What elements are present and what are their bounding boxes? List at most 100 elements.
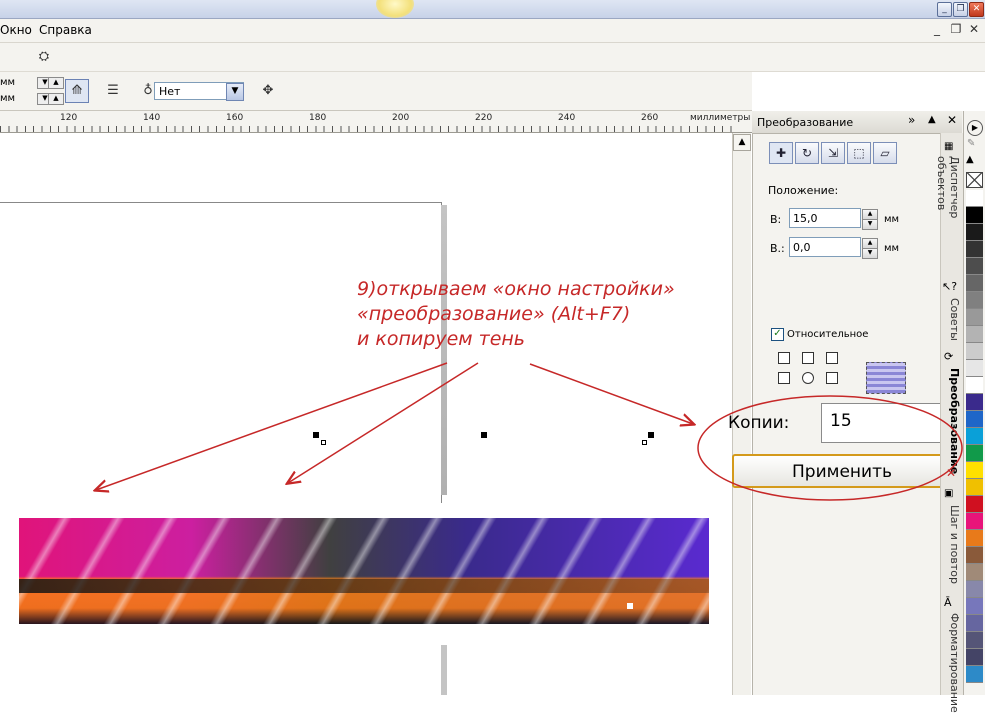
color-swatch[interactable] bbox=[966, 598, 983, 615]
v-position-field[interactable]: 0,0 bbox=[789, 237, 861, 257]
color-swatch[interactable] bbox=[966, 190, 983, 207]
selection-handle[interactable] bbox=[481, 432, 487, 438]
anchor-top-center[interactable] bbox=[802, 352, 814, 364]
object-manager-icon: ▦ bbox=[944, 141, 954, 152]
docker-header: Преобразование » ▲ ✕ bbox=[752, 111, 962, 134]
color-swatch[interactable] bbox=[966, 496, 983, 513]
color-swatch[interactable] bbox=[966, 241, 983, 258]
menu-window[interactable]: Окно bbox=[0, 23, 32, 37]
color-swatch[interactable] bbox=[966, 207, 983, 224]
tutorial-annotation: 9)открываем «окно настройки» «преобразов… bbox=[357, 277, 757, 352]
color-swatch[interactable] bbox=[966, 564, 983, 581]
relative-checkbox[interactable]: ✓ bbox=[771, 328, 784, 341]
launcher-icon[interactable]: ⛭ bbox=[32, 45, 56, 69]
color-swatch[interactable] bbox=[966, 258, 983, 275]
scroll-up-button[interactable]: ▲ bbox=[733, 134, 751, 151]
tab-hints[interactable]: Советы bbox=[941, 298, 961, 344]
color-swatch[interactable] bbox=[966, 343, 983, 360]
tab-transform[interactable]: Преобразование bbox=[941, 368, 961, 474]
copies-value: 15 bbox=[830, 411, 852, 431]
rotate-mode-button[interactable]: ↻ bbox=[795, 142, 819, 164]
doc-minimize-button[interactable]: _ bbox=[930, 23, 944, 37]
color-swatch[interactable] bbox=[966, 309, 983, 326]
doc-close-button[interactable]: ✕ bbox=[967, 23, 981, 37]
color-swatch[interactable] bbox=[966, 326, 983, 343]
selection-handle-center[interactable] bbox=[321, 440, 326, 445]
color-swatch[interactable] bbox=[966, 360, 983, 377]
chevron-down-icon[interactable]: ▼ bbox=[226, 83, 244, 101]
convert-to-curves-icon[interactable]: ✥ bbox=[256, 79, 280, 103]
position-label: Положение: bbox=[768, 184, 839, 197]
anchor-top-right[interactable] bbox=[826, 352, 838, 364]
restore-app-button[interactable]: ❐ bbox=[953, 2, 968, 17]
anchor-middle-right[interactable] bbox=[826, 372, 838, 384]
docker-expand-icon[interactable]: » bbox=[908, 113, 915, 127]
scale-lock-icon[interactable]: ⟰ bbox=[65, 79, 89, 103]
apply-button[interactable]: Применить bbox=[732, 454, 952, 488]
h-position-value: 15,0 bbox=[793, 212, 818, 225]
ruler-label: 200 bbox=[392, 113, 410, 123]
ruler-label: 140 bbox=[143, 113, 161, 123]
color-swatch[interactable] bbox=[966, 615, 983, 632]
color-swatch[interactable] bbox=[966, 666, 983, 683]
tab-object-manager[interactable]: Диспетчер объектов bbox=[935, 156, 961, 276]
color-swatch[interactable] bbox=[966, 479, 983, 496]
color-swatch[interactable] bbox=[966, 547, 983, 564]
selection-handle[interactable] bbox=[313, 432, 319, 438]
minimize-app-button[interactable]: _ bbox=[937, 2, 952, 17]
selection-handle-center[interactable] bbox=[642, 440, 647, 445]
doc-restore-button[interactable]: ❐ bbox=[949, 23, 963, 37]
tab-step-repeat[interactable]: Шаг и повтор bbox=[941, 505, 961, 590]
h-spin-down[interactable]: ▼ bbox=[862, 219, 878, 230]
menu-help[interactable]: Справка bbox=[39, 23, 92, 37]
color-swatch[interactable] bbox=[966, 275, 983, 292]
color-swatch[interactable] bbox=[966, 394, 983, 411]
color-swatch[interactable] bbox=[966, 377, 983, 394]
skew-mode-button[interactable]: ▱ bbox=[873, 142, 897, 164]
close-app-button[interactable]: ✕ bbox=[969, 2, 984, 17]
ruler-label: 240 bbox=[558, 113, 576, 123]
color-swatch[interactable] bbox=[966, 649, 983, 666]
v-position-value: 0,0 bbox=[793, 241, 811, 254]
anchor-preview-icon bbox=[866, 362, 906, 394]
docker-close-icon[interactable]: ✕ bbox=[947, 113, 957, 127]
size-spinner-1-up[interactable]: ▲ bbox=[48, 77, 64, 89]
color-swatch[interactable] bbox=[966, 445, 983, 462]
anchor-top-left[interactable] bbox=[778, 352, 790, 364]
color-swatch[interactable] bbox=[966, 530, 983, 547]
anchor-center[interactable] bbox=[802, 372, 814, 384]
color-swatch[interactable] bbox=[966, 581, 983, 598]
color-swatch[interactable] bbox=[966, 428, 983, 445]
annotation-line-1: 9)открываем «окно настройки» bbox=[357, 278, 675, 300]
color-swatch[interactable] bbox=[966, 632, 983, 649]
copies-label: Копии: bbox=[728, 413, 790, 433]
selection-handle[interactable] bbox=[648, 432, 654, 438]
ruler-label: 260 bbox=[641, 113, 659, 123]
color-swatch[interactable] bbox=[966, 513, 983, 530]
docker-collapse-icon[interactable]: ▲ bbox=[928, 114, 936, 125]
palette-scroll-up-icon[interactable]: ▲ bbox=[966, 154, 974, 165]
color-swatch[interactable] bbox=[966, 292, 983, 309]
v-spin-down[interactable]: ▼ bbox=[862, 248, 878, 259]
tab-formatting[interactable]: Форматирование bbox=[941, 613, 961, 713]
docker-title: Преобразование bbox=[757, 116, 854, 129]
no-color-swatch[interactable] bbox=[966, 172, 983, 188]
h-position-field[interactable]: 15,0 bbox=[789, 208, 861, 228]
hints-icon: ↖? bbox=[942, 280, 958, 293]
outline-width-value: Нет bbox=[159, 85, 181, 98]
size-mode-button[interactable]: ⬚ bbox=[847, 142, 871, 164]
anchor-middle-left[interactable] bbox=[778, 372, 790, 384]
position-mode-button[interactable]: ✚ bbox=[769, 142, 793, 164]
color-swatch[interactable] bbox=[966, 411, 983, 428]
size-spinner-2-up[interactable]: ▲ bbox=[48, 93, 64, 105]
scale-mode-button[interactable]: ⇲ bbox=[821, 142, 845, 164]
color-swatch[interactable] bbox=[966, 462, 983, 479]
close-tab-icon[interactable]: ✕ bbox=[946, 466, 956, 480]
wrap-text-icon[interactable]: ☰ bbox=[101, 79, 125, 103]
gradient-rectangle[interactable] bbox=[19, 518, 709, 624]
palette-flyout-icon[interactable]: ▶ bbox=[967, 120, 983, 136]
color-swatch[interactable] bbox=[966, 224, 983, 241]
h-label: В: bbox=[770, 213, 782, 226]
copies-field[interactable]: 15 bbox=[821, 403, 951, 443]
eyedropper-icon[interactable]: ✎ bbox=[967, 138, 975, 149]
